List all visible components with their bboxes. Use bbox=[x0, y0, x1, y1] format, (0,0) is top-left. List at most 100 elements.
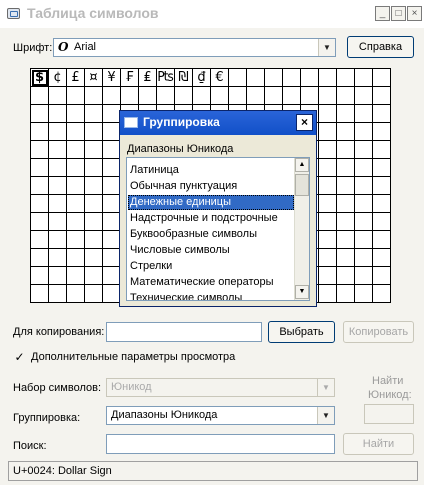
char-cell[interactable] bbox=[31, 267, 49, 285]
chevron-down-icon[interactable]: ▼ bbox=[318, 39, 335, 56]
char-cell[interactable] bbox=[337, 123, 355, 141]
char-cell[interactable] bbox=[31, 177, 49, 195]
maximize-button[interactable]: □ bbox=[391, 6, 406, 21]
char-cell[interactable] bbox=[247, 69, 265, 87]
char-cell[interactable] bbox=[85, 177, 103, 195]
listbox-scrollbar[interactable]: ▲ ▼ bbox=[294, 158, 309, 300]
char-cell[interactable] bbox=[355, 105, 373, 123]
find-unicode-input[interactable] bbox=[364, 404, 414, 424]
char-cell[interactable] bbox=[85, 105, 103, 123]
char-cell[interactable]: £ bbox=[67, 69, 85, 87]
char-cell[interactable] bbox=[31, 231, 49, 249]
char-cell[interactable] bbox=[211, 87, 229, 105]
chevron-down-icon[interactable]: ▼ bbox=[317, 379, 334, 396]
char-cell[interactable] bbox=[49, 285, 67, 303]
char-cell[interactable] bbox=[31, 249, 49, 267]
char-cell[interactable] bbox=[319, 69, 337, 87]
char-cell[interactable] bbox=[49, 105, 67, 123]
char-cell[interactable] bbox=[31, 105, 49, 123]
char-cell[interactable] bbox=[319, 123, 337, 141]
char-cell[interactable] bbox=[373, 249, 391, 267]
char-cell[interactable] bbox=[85, 285, 103, 303]
char-cell[interactable] bbox=[67, 123, 85, 141]
char-cell[interactable] bbox=[85, 267, 103, 285]
char-cell[interactable] bbox=[85, 249, 103, 267]
popup-close-button[interactable]: × bbox=[296, 114, 313, 131]
char-cell[interactable] bbox=[373, 231, 391, 249]
char-cell[interactable] bbox=[31, 123, 49, 141]
char-cell[interactable] bbox=[355, 195, 373, 213]
char-cell[interactable]: ¢ bbox=[49, 69, 67, 87]
charset-select[interactable]: Юникод ▼ bbox=[106, 378, 335, 397]
char-cell[interactable] bbox=[355, 177, 373, 195]
char-cell[interactable] bbox=[355, 159, 373, 177]
char-cell[interactable] bbox=[139, 87, 157, 105]
char-cell[interactable] bbox=[67, 105, 85, 123]
char-cell[interactable] bbox=[85, 123, 103, 141]
find-button[interactable]: Найти bbox=[343, 433, 414, 455]
char-cell[interactable] bbox=[49, 87, 67, 105]
char-cell[interactable] bbox=[355, 87, 373, 105]
char-cell[interactable] bbox=[31, 195, 49, 213]
char-cell[interactable] bbox=[67, 195, 85, 213]
char-cell[interactable] bbox=[49, 177, 67, 195]
char-cell[interactable] bbox=[337, 141, 355, 159]
char-cell[interactable]: ₤ bbox=[139, 69, 157, 87]
char-cell[interactable] bbox=[337, 87, 355, 105]
char-cell[interactable] bbox=[319, 87, 337, 105]
char-cell[interactable] bbox=[49, 213, 67, 231]
char-cell[interactable] bbox=[67, 249, 85, 267]
group-list-item[interactable]: Стрелки bbox=[128, 259, 294, 274]
char-cell[interactable] bbox=[229, 69, 247, 87]
char-cell[interactable] bbox=[283, 69, 301, 87]
char-cell[interactable] bbox=[85, 159, 103, 177]
char-cell[interactable] bbox=[355, 123, 373, 141]
grouping-select[interactable]: Диапазоны Юникода ▼ bbox=[106, 406, 335, 425]
char-cell[interactable] bbox=[85, 231, 103, 249]
char-cell[interactable] bbox=[337, 177, 355, 195]
font-select[interactable]: O Arial ▼ bbox=[53, 38, 336, 57]
char-cell[interactable] bbox=[337, 195, 355, 213]
group-listbox[interactable]: Технические символы Математические операт… bbox=[126, 157, 310, 301]
char-cell[interactable]: ¥ bbox=[103, 69, 121, 87]
char-cell[interactable] bbox=[49, 267, 67, 285]
scroll-thumb[interactable] bbox=[295, 174, 309, 196]
char-cell[interactable] bbox=[67, 213, 85, 231]
char-cell[interactable] bbox=[373, 177, 391, 195]
char-cell[interactable] bbox=[49, 141, 67, 159]
group-list-item[interactable]: Математические операторы bbox=[128, 275, 294, 290]
char-cell[interactable] bbox=[31, 159, 49, 177]
char-cell[interactable]: € bbox=[211, 69, 229, 87]
char-cell[interactable] bbox=[337, 69, 355, 87]
char-cell[interactable]: ₧ bbox=[157, 69, 175, 87]
group-list-item[interactable]: Буквообразные символы bbox=[128, 227, 294, 242]
close-button[interactable]: × bbox=[407, 6, 422, 21]
help-button[interactable]: Справка bbox=[347, 36, 414, 58]
char-cell[interactable] bbox=[373, 123, 391, 141]
char-cell[interactable] bbox=[301, 87, 319, 105]
char-cell[interactable] bbox=[67, 141, 85, 159]
char-cell[interactable] bbox=[373, 213, 391, 231]
char-cell[interactable] bbox=[337, 105, 355, 123]
char-cell[interactable] bbox=[31, 285, 49, 303]
group-list-item[interactable]: Обычная пунктуация bbox=[128, 179, 294, 194]
char-cell[interactable] bbox=[319, 213, 337, 231]
char-cell[interactable] bbox=[319, 105, 337, 123]
char-cell[interactable] bbox=[319, 249, 337, 267]
char-cell[interactable] bbox=[283, 87, 301, 105]
char-cell[interactable] bbox=[337, 159, 355, 177]
char-cell[interactable] bbox=[103, 87, 121, 105]
group-list-item[interactable]: Латиница bbox=[128, 163, 294, 178]
copy-button[interactable]: Копировать bbox=[343, 321, 414, 343]
char-cell[interactable] bbox=[67, 87, 85, 105]
char-cell[interactable] bbox=[67, 159, 85, 177]
char-cell[interactable]: ₣ bbox=[121, 69, 139, 87]
char-cell[interactable] bbox=[67, 177, 85, 195]
char-cell[interactable] bbox=[31, 213, 49, 231]
scroll-down-button[interactable]: ▼ bbox=[295, 285, 309, 299]
char-cell[interactable] bbox=[373, 285, 391, 303]
group-list-item[interactable]: Числовые символы bbox=[128, 243, 294, 258]
char-cell[interactable] bbox=[49, 159, 67, 177]
char-cell[interactable] bbox=[49, 249, 67, 267]
char-cell[interactable] bbox=[85, 87, 103, 105]
